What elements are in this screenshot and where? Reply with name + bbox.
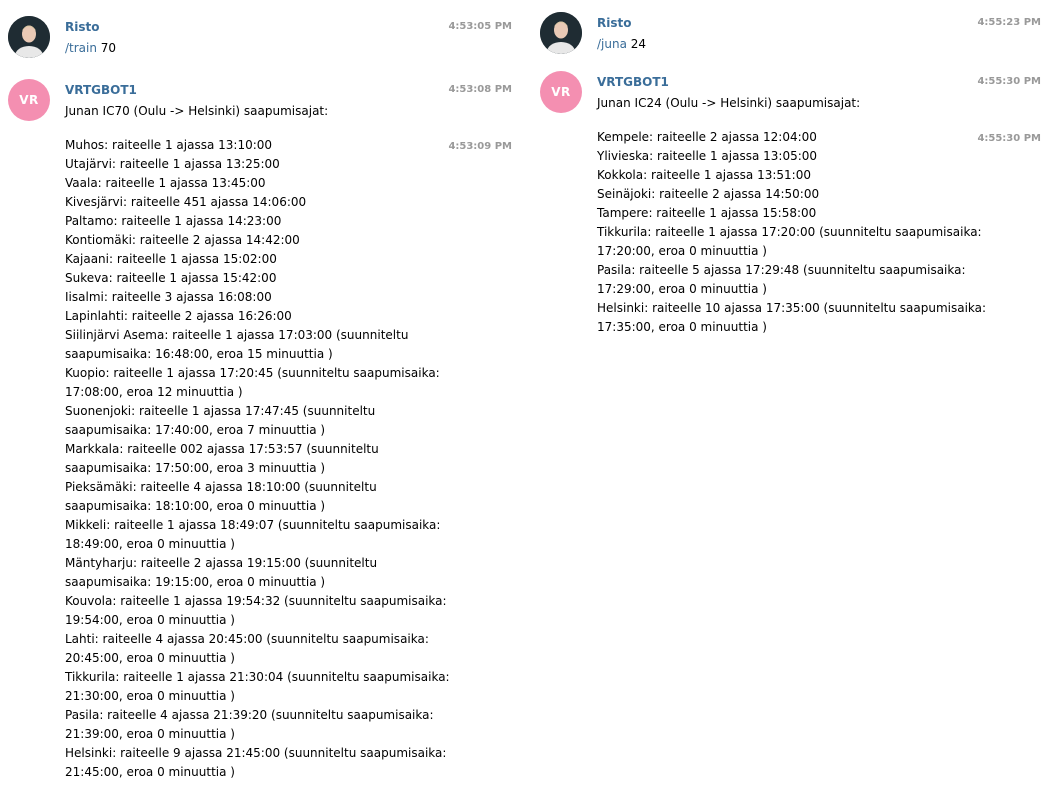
arrival-line: Helsinki: raiteelle 10 ajassa 17:35:00 (… (597, 301, 987, 315)
user-photo-icon (540, 12, 582, 54)
arrival-line: Pasila: raiteelle 4 ajassa 21:39:20 (suu… (65, 708, 434, 722)
arrival-line: Iisalmi: raiteelle 3 ajassa 16:08:00 (65, 290, 272, 304)
arrival-line: Mäntyharju: raiteelle 2 ajassa 19:15:00 … (65, 556, 378, 570)
arrival-line: Seinäjoki: raiteelle 2 ajassa 14:50:00 (597, 187, 820, 201)
arrival-line: Kempele: raiteelle 2 ajassa 12:04:00 (597, 130, 817, 144)
arrival-line: Kontiomäki: raiteelle 2 ajassa 14:42:00 (65, 233, 300, 247)
arrival-line: 17:29:00, eroa 0 minuuttia ) (597, 282, 767, 296)
arrival-line: saapumisaika: 18:10:00, eroa 0 minuuttia… (65, 499, 326, 513)
arrival-line: Kokkola: raiteelle 1 ajassa 13:51:00 (597, 168, 811, 182)
arrival-line: Kouvola: raiteelle 1 ajassa 19:54:32 (su… (65, 594, 447, 608)
user-message: Risto 4:53:05 PM /train 70 (0, 16, 524, 66)
message-time: 4:55:23 PM (977, 17, 1041, 28)
arrival-line: saapumisaika: 16:48:00, eroa 15 minuutti… (65, 347, 333, 361)
arrival-line: Kuopio: raiteelle 1 ajassa 17:20:45 (suu… (65, 366, 440, 380)
arrival-line: 18:49:00, eroa 0 minuuttia ) (65, 537, 235, 551)
chat-panel-right: Risto 4:55:23 PM /juna 24 VR VRTGBOT1 4:… (532, 0, 1053, 789)
arrival-line: Vaala: raiteelle 1 ajassa 13:45:00 (65, 176, 266, 190)
bot-avatar[interactable]: VR (8, 79, 50, 121)
arrival-list: Kempele: raiteelle 2 ajassa 12:04:00 Yliv… (597, 128, 986, 337)
arrival-line: Sukeva: raiteelle 1 ajassa 15:42:00 (65, 271, 277, 285)
arrival-line: 17:20:00, eroa 0 minuuttia ) (597, 244, 767, 258)
bot-avatar[interactable]: VR (540, 71, 582, 113)
arrival-line: Ylivieska: raiteelle 1 ajassa 13:05:00 (597, 149, 818, 163)
arrival-line: Markkala: raiteelle 002 ajassa 17:53:57 … (65, 442, 379, 456)
message-header: Junan IC24 (Oulu -> Helsinki) saapumisaj… (597, 96, 861, 110)
arrival-line: 17:35:00, eroa 0 minuuttia ) (597, 320, 767, 334)
message-time: 4:55:30 PM (977, 76, 1041, 87)
arrival-line: Kajaani: raiteelle 1 ajassa 15:02:00 (65, 252, 277, 266)
message-time: 4:53:09 PM (448, 141, 512, 152)
sender-name: VRTGBOT1 (65, 83, 137, 97)
arrival-line: Tampere: raiteelle 1 ajassa 15:58:00 (597, 206, 817, 220)
command-argument: 70 (96, 41, 117, 55)
arrival-line: 17:08:00, eroa 12 minuuttia ) (65, 385, 243, 399)
arrival-line: Lapinlahti: raiteelle 2 ajassa 16:26:00 (65, 309, 292, 323)
user-avatar[interactable] (540, 12, 582, 54)
arrival-line: Muhos: raiteelle 1 ajassa 13:10:00 (65, 138, 273, 152)
message-time: 4:55:30 PM (977, 133, 1041, 144)
arrival-line: 21:39:00, eroa 0 minuuttia ) (65, 727, 235, 741)
message-time: 4:53:05 PM (448, 21, 512, 32)
user-photo-icon (8, 16, 50, 58)
sender-name: Risto (65, 20, 100, 34)
arrival-line: saapumisaika: 17:50:00, eroa 3 minuuttia… (65, 461, 326, 475)
command-argument: 24 (626, 37, 647, 51)
user-message: Risto 4:55:23 PM /juna 24 (532, 12, 1053, 62)
arrival-line: Tikkurila: raiteelle 1 ajassa 21:30:04 (… (65, 670, 450, 684)
message-text: /train 70 (65, 39, 116, 58)
arrival-line: 21:45:00, eroa 0 minuuttia ) (65, 765, 235, 779)
arrival-line: Mikkeli: raiteelle 1 ajassa 18:49:07 (su… (65, 518, 441, 532)
chat-panel-left: Risto 4:53:05 PM /train 70 VR VRTGBOT1 4… (0, 0, 524, 789)
arrival-line: Utajärvi: raiteelle 1 ajassa 13:25:00 (65, 157, 280, 171)
bot-command-link[interactable]: /train (65, 41, 97, 55)
arrival-line: Pasila: raiteelle 5 ajassa 17:29:48 (suu… (597, 263, 966, 277)
arrival-line: saapumisaika: 19:15:00, eroa 0 minuuttia… (65, 575, 326, 589)
arrival-line: Kivesjärvi: raiteelle 451 ajassa 14:06:0… (65, 195, 307, 209)
arrival-line: 19:54:00, eroa 0 minuuttia ) (65, 613, 235, 627)
message-time: 4:53:08 PM (448, 84, 512, 95)
arrival-line: Suonenjoki: raiteelle 1 ajassa 17:47:45 … (65, 404, 376, 418)
arrival-line: Lahti: raiteelle 4 ajassa 20:45:00 (suun… (65, 632, 429, 646)
arrival-line: Paltamo: raiteelle 1 ajassa 14:23:00 (65, 214, 282, 228)
sender-name: VRTGBOT1 (597, 75, 669, 89)
arrival-line: 20:45:00, eroa 0 minuuttia ) (65, 651, 235, 665)
arrival-list: Muhos: raiteelle 1 ajassa 13:10:00 Utajär… (65, 136, 450, 782)
bot-command-link[interactable]: /juna (597, 37, 627, 51)
arrival-line: Tikkurila: raiteelle 1 ajassa 17:20:00 (… (597, 225, 982, 239)
message-text: /juna 24 (597, 35, 646, 54)
arrival-line: 21:30:00, eroa 0 minuuttia ) (65, 689, 235, 703)
sender-name: Risto (597, 16, 632, 30)
message-header: Junan IC70 (Oulu -> Helsinki) saapumisaj… (65, 104, 329, 118)
user-avatar[interactable] (8, 16, 50, 58)
arrival-line: Pieksämäki: raiteelle 4 ajassa 18:10:00 … (65, 480, 377, 494)
arrival-line: Helsinki: raiteelle 9 ajassa 21:45:00 (s… (65, 746, 447, 760)
arrival-line: saapumisaika: 17:40:00, eroa 7 minuuttia… (65, 423, 326, 437)
arrival-line: Siilinjärvi Asema: raiteelle 1 ajassa 17… (65, 328, 409, 342)
